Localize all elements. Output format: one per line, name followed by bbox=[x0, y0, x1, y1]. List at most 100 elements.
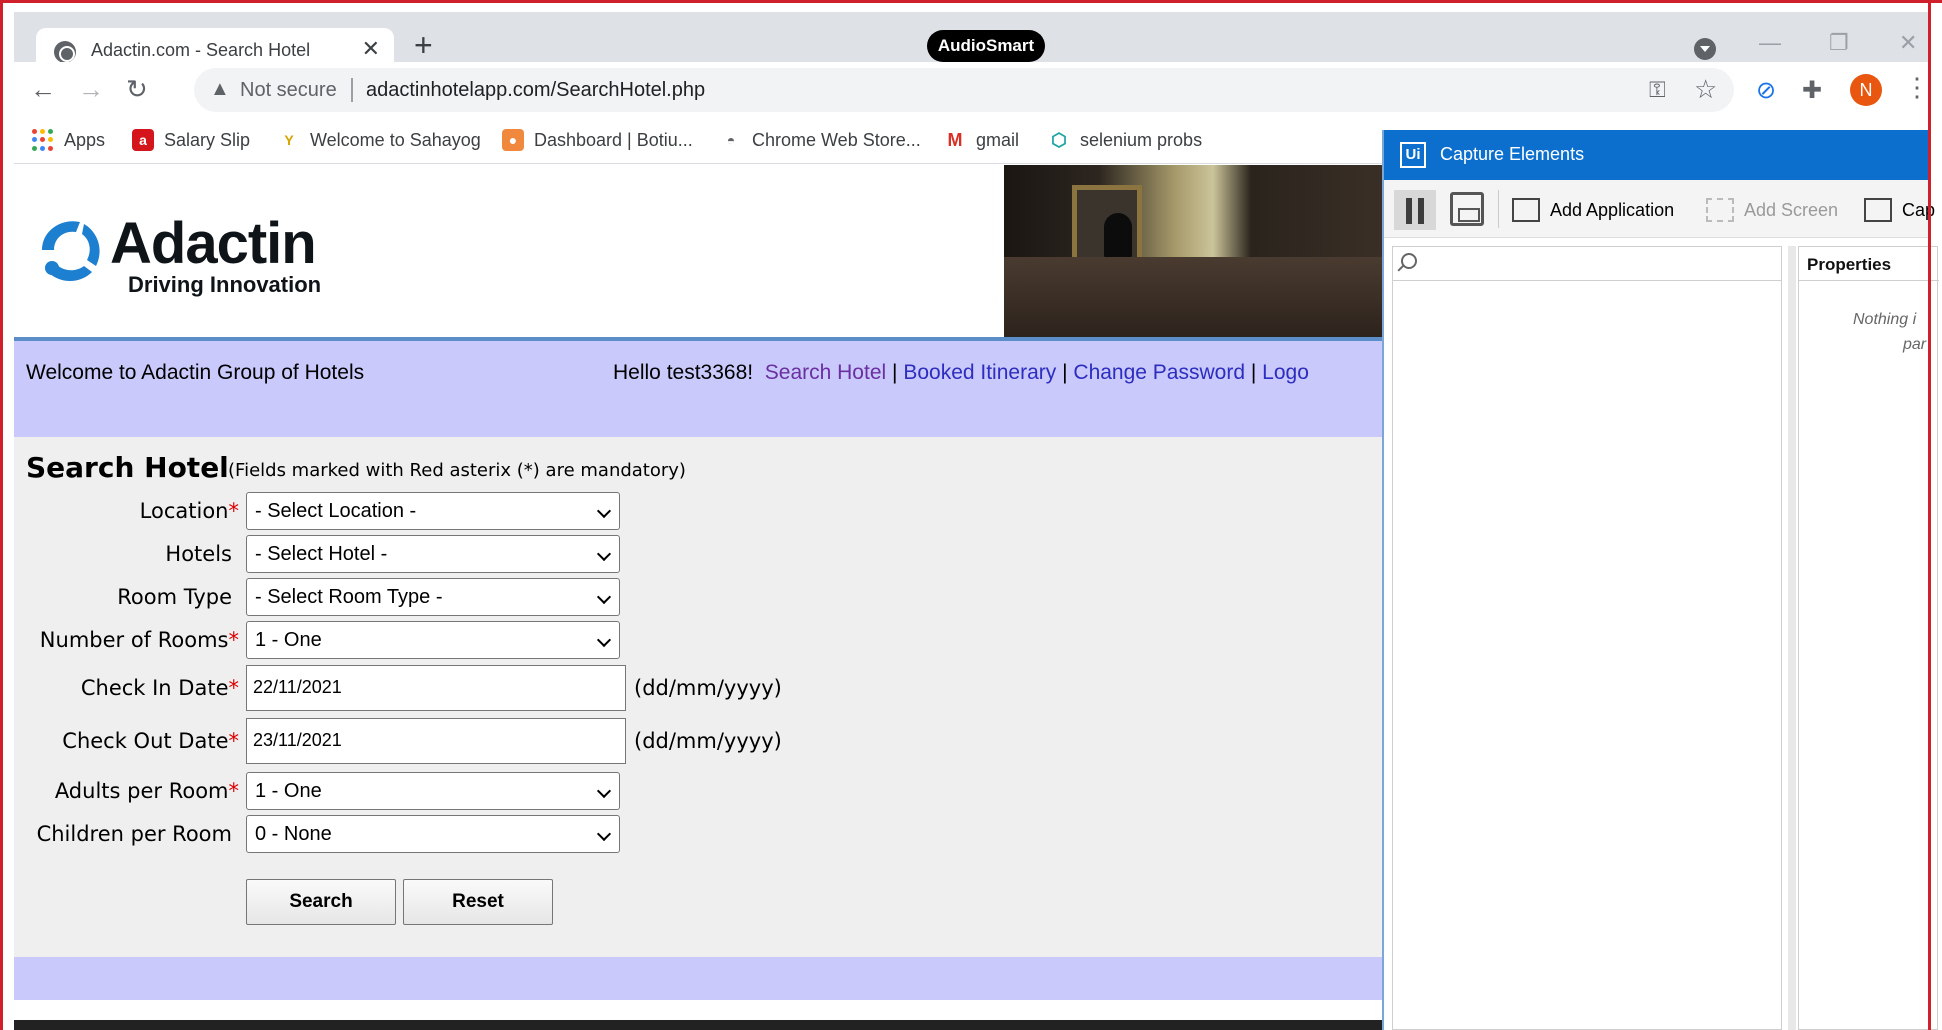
bookmark-star-icon[interactable]: ☆ bbox=[1694, 74, 1717, 105]
capture-elements-window: Ui Capture Elements Add Application Add … bbox=[1382, 130, 1939, 1030]
tab-title: Adactin.com - Search Hotel bbox=[91, 40, 311, 60]
toolbar-separator bbox=[1498, 190, 1499, 228]
adactin-logo[interactable]: Adactin Driving Innovation bbox=[32, 210, 372, 310]
check-out-input[interactable]: 23/11/2021 bbox=[246, 718, 626, 764]
num-rooms-label: Number of Rooms* bbox=[39, 628, 239, 652]
tab-search-icon[interactable] bbox=[1694, 38, 1716, 60]
pane-splitter[interactable] bbox=[1788, 246, 1796, 1030]
key-icon[interactable]: ⚿ bbox=[1649, 77, 1666, 103]
globe-icon bbox=[54, 41, 76, 63]
bookmark-salary-slip[interactable]: a Salary Slip bbox=[132, 126, 250, 154]
reset-button[interactable]: Reset bbox=[403, 879, 553, 925]
restore-icon[interactable]: ❐ bbox=[1829, 30, 1849, 56]
bookmark-selenium-probs[interactable]: ⬡ selenium probs bbox=[1048, 126, 1202, 154]
room-type-select[interactable]: - Select Room Type - bbox=[246, 578, 620, 616]
nav-separator: | bbox=[1062, 361, 1068, 384]
bookmark-sahayog[interactable]: Y Welcome to Sahayog bbox=[278, 126, 481, 154]
check-out-hint: (dd/mm/yyyy) bbox=[634, 729, 782, 753]
back-icon[interactable]: ← bbox=[30, 76, 56, 102]
save-icon[interactable] bbox=[1450, 192, 1484, 226]
greeting-text: Hello test3368! bbox=[613, 361, 754, 384]
chat-bubble-icon: ● bbox=[502, 129, 524, 151]
close-tab-icon[interactable]: ✕ bbox=[362, 36, 380, 62]
adults-select[interactable]: 1 - One bbox=[246, 772, 620, 810]
logout-link[interactable]: Logo bbox=[1262, 361, 1309, 384]
add-application-icon bbox=[1512, 198, 1540, 222]
form-title: Search Hotel bbox=[26, 451, 229, 484]
adults-label: Adults per Room* bbox=[54, 779, 239, 803]
add-screen-button[interactable]: Add Screen bbox=[1706, 198, 1838, 222]
children-label: Children per Room bbox=[36, 822, 232, 846]
hotels-select[interactable]: - Select Hotel - bbox=[246, 535, 620, 573]
add-screen-icon bbox=[1706, 198, 1734, 222]
new-tab-button[interactable]: + bbox=[414, 29, 433, 61]
hotels-label: Hotels bbox=[165, 542, 232, 566]
adp-icon: a bbox=[132, 129, 154, 151]
booked-itinerary-link[interactable]: Booked Itinerary bbox=[903, 361, 1056, 384]
search-button[interactable]: Search bbox=[246, 879, 396, 925]
search-hotel-link[interactable]: Search Hotel bbox=[765, 361, 886, 384]
web-store-icon: ◓ bbox=[720, 129, 742, 151]
properties-pane: Properties Nothing i par bbox=[1798, 246, 1939, 1030]
capture-button[interactable]: Cap bbox=[1864, 198, 1935, 222]
minimize-icon[interactable]: — bbox=[1759, 30, 1781, 56]
user-nav: Hello test3368! Search Hotel | Booked It… bbox=[613, 361, 1309, 385]
security-label[interactable]: Not secure bbox=[240, 79, 337, 102]
add-application-button[interactable]: Add Application bbox=[1512, 198, 1674, 222]
logo-tagline: Driving Innovation bbox=[128, 272, 322, 297]
check-out-label: Check Out Date* bbox=[62, 729, 239, 753]
bookmark-gmail[interactable]: M gmail bbox=[944, 126, 1019, 154]
bookmark-label: Apps bbox=[64, 129, 106, 150]
audiosmart-badge: AudioSmart bbox=[927, 30, 1045, 62]
search-icon bbox=[1401, 253, 1417, 269]
puzzle-icon[interactable]: ✚ bbox=[1802, 76, 1822, 105]
bookmark-dashboard[interactable]: ● Dashboard | Botiu... bbox=[502, 126, 693, 154]
room-type-label: Room Type bbox=[117, 585, 232, 609]
bookmark-label: Salary Slip bbox=[164, 129, 251, 150]
web-page: Adactin Driving Innovation Welcome to Ad… bbox=[14, 165, 1384, 1030]
bookmark-label: Welcome to Sahayog bbox=[310, 129, 481, 150]
extension-icon[interactable]: ⊘ bbox=[1756, 76, 1776, 105]
capture-titlebar[interactable]: Ui Capture Elements bbox=[1384, 130, 1930, 180]
close-window-icon[interactable]: ✕ bbox=[1899, 30, 1917, 56]
check-in-input[interactable]: 22/11/2021 bbox=[246, 665, 626, 711]
sahayog-icon: Y bbox=[278, 129, 300, 151]
check-in-hint: (dd/mm/yyyy) bbox=[634, 676, 782, 700]
nav-separator: | bbox=[1250, 361, 1257, 384]
bookmark-label: Dashboard | Botiu... bbox=[534, 129, 693, 150]
add-application-label: Add Application bbox=[1550, 199, 1675, 220]
menu-icon[interactable]: ⋮ bbox=[1904, 72, 1930, 103]
search-hotel-form: Search Hotel (Fields marked with Red ast… bbox=[14, 437, 1384, 957]
apps-grid-icon bbox=[32, 129, 54, 151]
welcome-text: Welcome to Adactin Group of Hotels bbox=[26, 361, 365, 384]
bookmark-label: gmail bbox=[976, 129, 1020, 150]
profile-avatar[interactable]: N bbox=[1850, 74, 1882, 106]
welcome-band: Welcome to Adactin Group of Hotels Hello… bbox=[14, 341, 1384, 437]
selenium-icon: ⬡ bbox=[1048, 129, 1070, 151]
mandatory-note: (Fields marked with Red asterix (*) are … bbox=[228, 460, 686, 481]
uipath-logo-icon: Ui bbox=[1400, 142, 1426, 168]
address-bar[interactable]: ▲ Not secure adactinhotelapp.com/SearchH… bbox=[194, 68, 1734, 112]
logo-swirl-icon bbox=[42, 221, 100, 281]
gmail-icon: M bbox=[944, 129, 966, 151]
bookmark-apps[interactable]: Apps bbox=[32, 126, 105, 154]
change-password-link[interactable]: Change Password bbox=[1073, 361, 1245, 384]
bookmark-label: Chrome Web Store... bbox=[752, 129, 921, 150]
screen-frame-right bbox=[1928, 0, 1931, 1030]
hotel-reception-photo bbox=[1004, 165, 1384, 337]
pause-icon[interactable] bbox=[1394, 190, 1436, 230]
element-tree-pane bbox=[1392, 246, 1782, 1030]
footer-dark-band bbox=[14, 1020, 1384, 1030]
forward-icon[interactable]: → bbox=[78, 76, 104, 102]
warning-icon: ▲ bbox=[210, 78, 230, 100]
reload-icon[interactable]: ↻ bbox=[126, 76, 148, 102]
url-text[interactable]: adactinhotelapp.com/SearchHotel.php bbox=[366, 79, 705, 102]
bookmark-chrome-web-store[interactable]: ◓ Chrome Web Store... bbox=[720, 126, 921, 154]
num-rooms-select[interactable]: 1 - One bbox=[246, 621, 620, 659]
location-select[interactable]: - Select Location - bbox=[246, 492, 620, 530]
nav-separator: | bbox=[892, 361, 898, 384]
children-select[interactable]: 0 - None bbox=[246, 815, 620, 853]
browser-toolbar: ← → ↻ ▲ Not secure adactinhotelapp.com/S… bbox=[14, 62, 1930, 118]
capture-icon bbox=[1864, 198, 1892, 222]
tree-search-input[interactable] bbox=[1393, 247, 1781, 281]
